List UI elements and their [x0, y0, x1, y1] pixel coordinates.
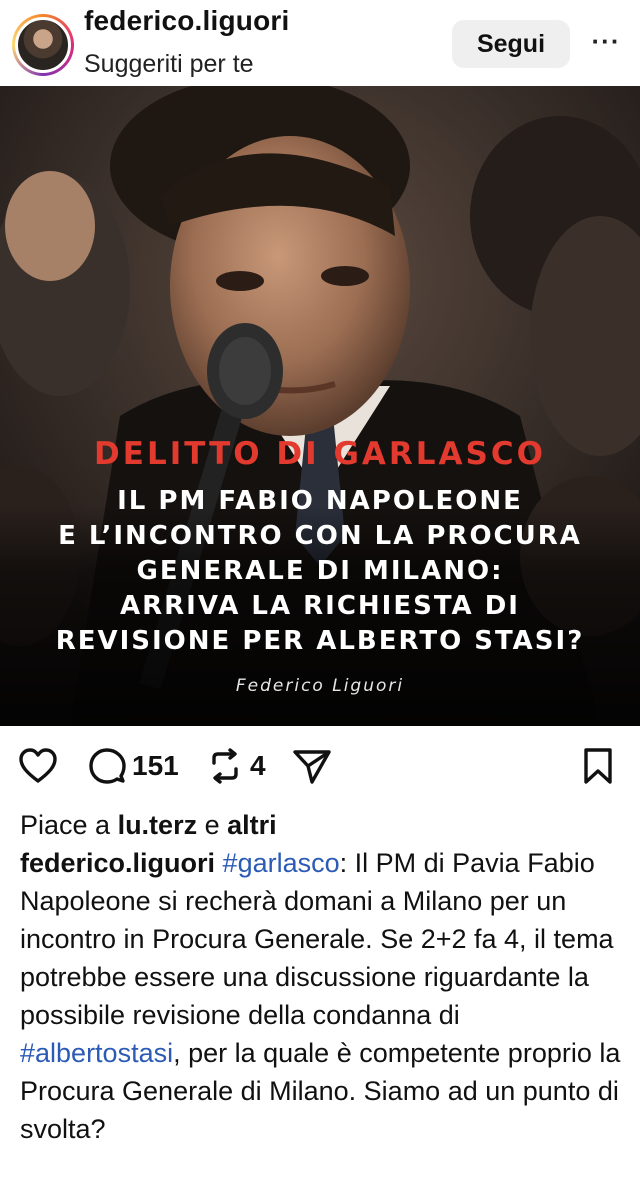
hashtag-link[interactable]: #albertostasi [20, 1038, 173, 1068]
comment-count: 151 [132, 750, 179, 781]
image-headline-red: DELITTO DI GARLASCO [94, 436, 546, 472]
comment-button[interactable]: 151 [88, 746, 179, 786]
post-image[interactable]: DELITTO DI GARLASCO IL PM FABIO NAPOLEON… [0, 86, 640, 726]
save-button[interactable] [582, 746, 614, 786]
image-headline: IL PM FABIO NAPOLEONE E L’INCONTRO CON L… [0, 484, 640, 659]
likes-summary[interactable]: Piace a lu.terz e altri [20, 806, 624, 844]
repost-count: 4 [250, 750, 266, 781]
more-options-icon[interactable]: ··· [586, 26, 626, 62]
image-headline-line: ARRIVA LA RICHIESTA DI [120, 591, 520, 621]
post-caption-section: Piace a lu.terz e altri federico.liguori… [20, 806, 624, 1148]
likes-others-link[interactable]: altri [227, 810, 277, 840]
heart-icon [19, 748, 57, 783]
send-icon [293, 750, 331, 784]
share-button[interactable] [292, 746, 332, 786]
comment-icon [89, 748, 126, 784]
liked-by-user[interactable]: lu.terz [118, 810, 198, 840]
post-author-username[interactable]: federico.liguori [84, 6, 289, 36]
image-headline-line: GENERALE DI MILANO: [136, 556, 504, 586]
repost-button[interactable]: 4 [206, 746, 266, 786]
caption-text: federico.liguori #garlasco: Il PM di Pav… [20, 844, 624, 1148]
post-header: federico.liguori Suggeriti per te Segui … [0, 0, 640, 86]
post-actions-bar: 151 4 [0, 738, 640, 794]
profile-avatar-ring[interactable] [12, 14, 74, 76]
follow-button[interactable]: Segui [452, 20, 570, 68]
image-author-credit: Federico Liguori [235, 676, 405, 696]
image-headline-line: IL PM FABIO NAPOLEONE [117, 486, 523, 516]
caption-username[interactable]: federico.liguori [20, 848, 215, 878]
likes-middle: e [197, 810, 228, 840]
image-headline-line: REVISIONE PER ALBERTO STASI? [55, 626, 585, 656]
suggested-label: Suggeriti per te [84, 50, 254, 78]
bookmark-icon [584, 748, 612, 784]
repost-icon [212, 748, 238, 784]
like-button[interactable] [18, 746, 58, 786]
hashtag-link[interactable]: #garlasco [223, 848, 340, 878]
image-headline-line: E L’INCONTRO CON LA PROCURA [58, 521, 582, 551]
avatar[interactable] [15, 17, 71, 73]
likes-prefix: Piace a [20, 810, 118, 840]
